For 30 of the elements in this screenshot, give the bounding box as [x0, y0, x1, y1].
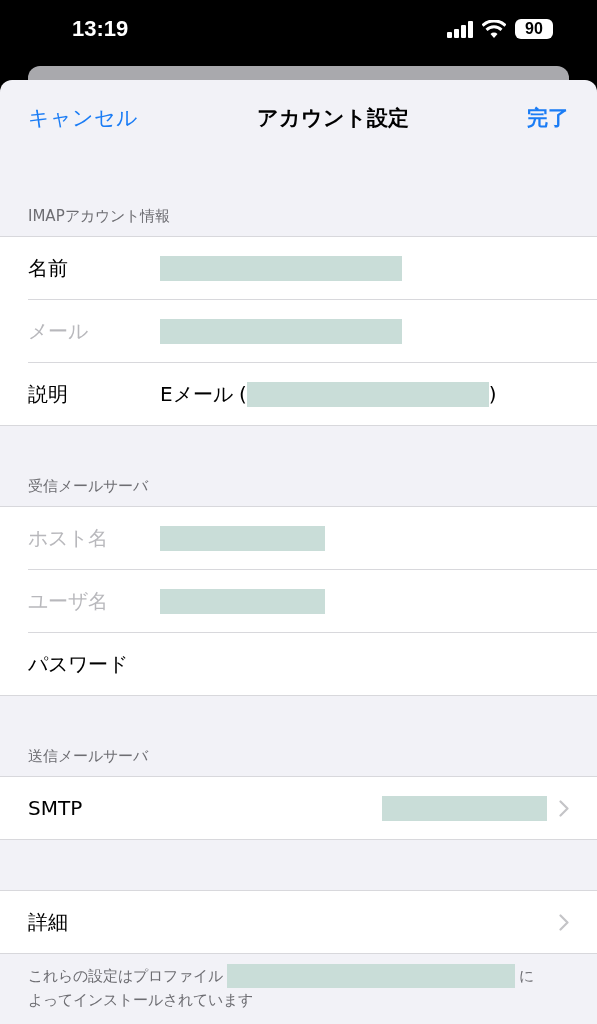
- chevron-icon: [559, 799, 569, 817]
- battery-icon: 90: [515, 19, 553, 39]
- done-button[interactable]: 完了: [527, 104, 569, 132]
- row-value: Eメール (: [160, 380, 247, 408]
- chevron-icon: [559, 913, 569, 931]
- row-label: ユーザ名: [28, 587, 109, 615]
- row-label: パスワード: [28, 650, 129, 678]
- footer-text: よってインストールされています: [28, 990, 253, 1011]
- sheet-title: アカウント設定: [256, 105, 409, 132]
- wifi-icon: [482, 20, 506, 38]
- row-label: 説明: [28, 380, 69, 408]
- settings-row[interactable]: SMTP: [0, 777, 597, 839]
- settings-row[interactable]: 説明 Eメール ( ): [28, 362, 597, 425]
- status-time: 13:19: [72, 16, 129, 42]
- row-label: 名前: [28, 254, 69, 282]
- settings-row[interactable]: パスワード: [28, 632, 597, 695]
- settings-row[interactable]: 詳細: [0, 891, 597, 953]
- signal-icon: [447, 20, 473, 38]
- settings-row[interactable]: 名前: [0, 237, 597, 299]
- row-label: SMTP: [28, 796, 84, 820]
- section-header: 送信メールサーバ: [28, 747, 148, 766]
- cancel-button[interactable]: キャンセル: [28, 104, 138, 132]
- section-header: IMAPアカウント情報: [28, 207, 170, 226]
- section-header: 受信メールサーバ: [28, 477, 148, 496]
- row-value: ): [488, 382, 497, 406]
- footer-text: に: [519, 966, 534, 987]
- row-label: 詳細: [28, 908, 69, 936]
- row-label: ホスト名: [28, 524, 109, 552]
- footer-text: これらの設定はプロファイル: [28, 966, 223, 987]
- row-label: メール: [28, 317, 89, 345]
